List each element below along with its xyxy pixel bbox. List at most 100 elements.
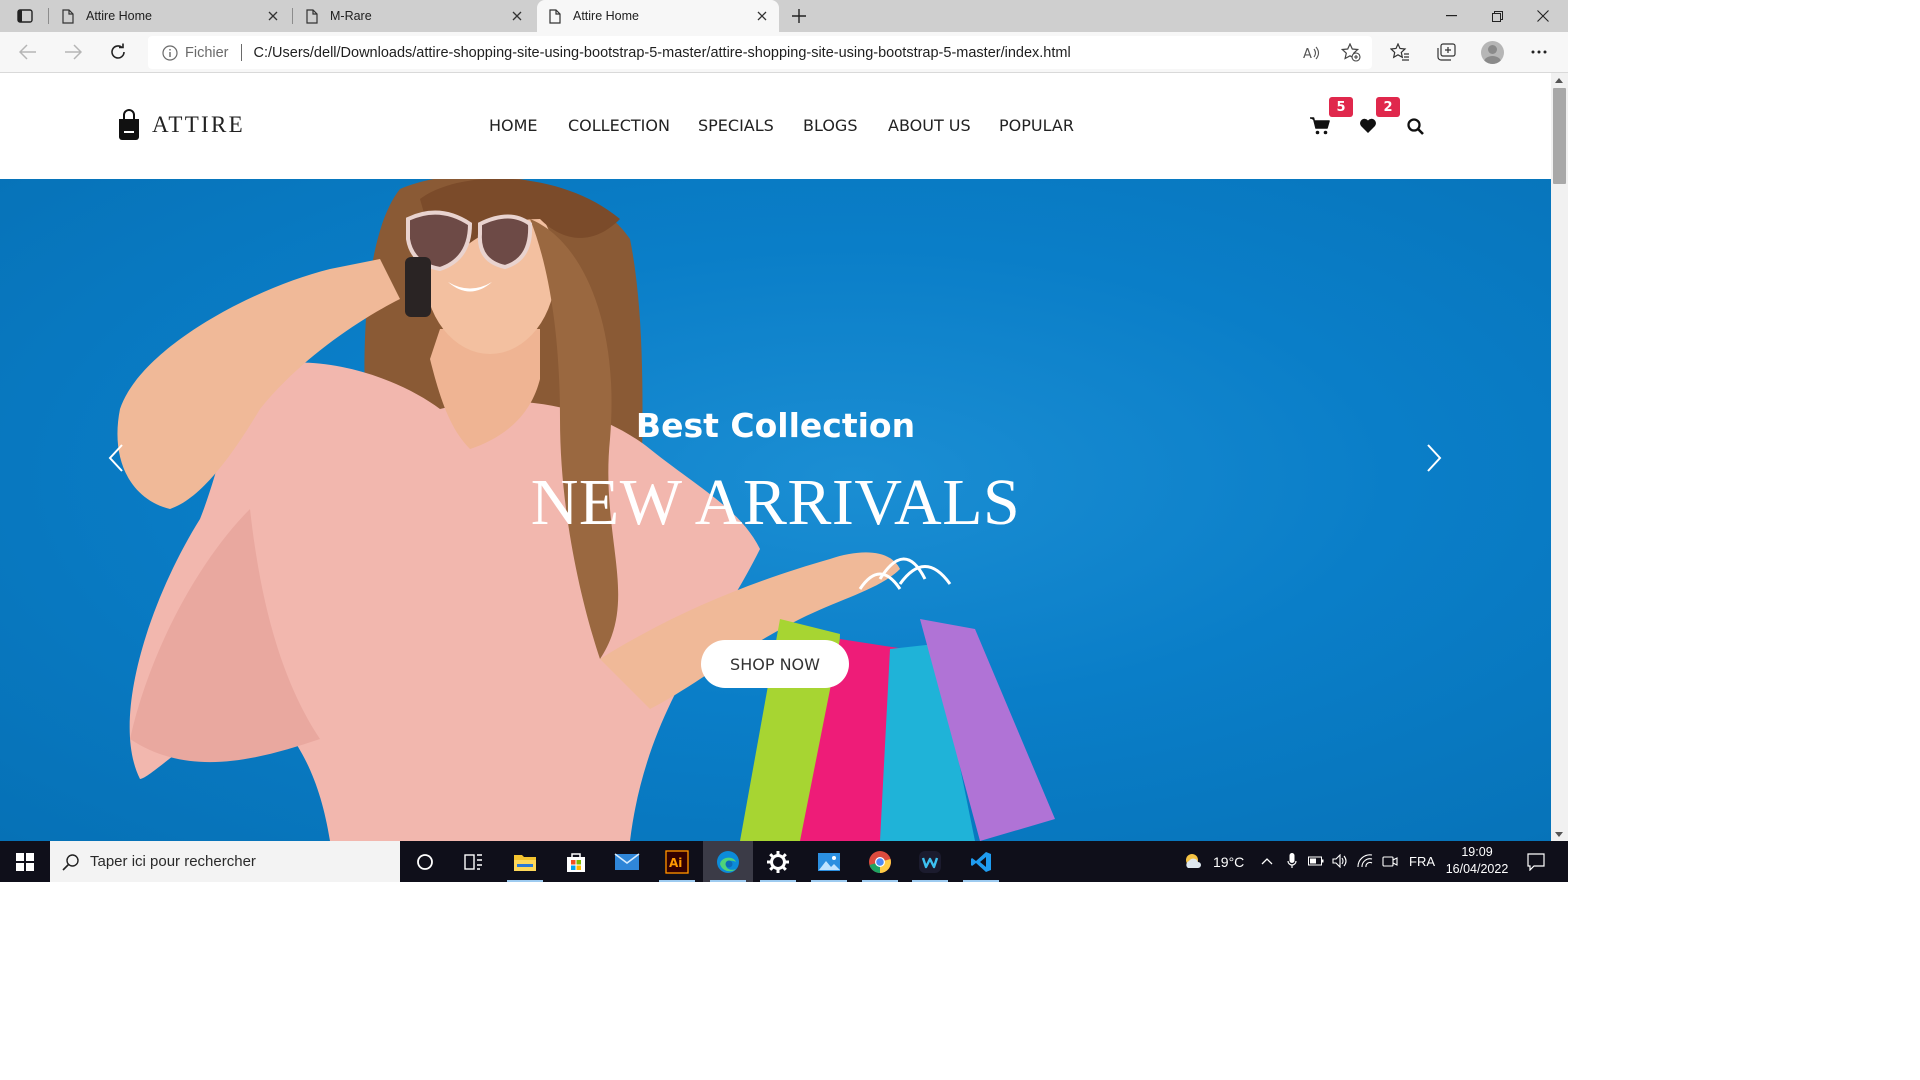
photos-app[interactable] — [804, 841, 854, 882]
chevron-left-icon — [108, 444, 123, 472]
battery-icon[interactable] — [1308, 853, 1324, 869]
start-button[interactable] — [0, 841, 50, 882]
tab-3-active[interactable]: Attire Home — [537, 0, 779, 32]
edge-icon — [717, 850, 739, 873]
plus-icon — [792, 9, 806, 23]
nav-about-us[interactable]: ABOUT US — [888, 116, 971, 135]
mail-app[interactable] — [602, 841, 652, 882]
edge-app[interactable] — [703, 841, 753, 882]
hero-carousel: Best Collection NEW ARRIVALS SHOP NOW — [0, 179, 1551, 841]
nav-blogs[interactable]: BLOGS — [803, 116, 857, 135]
cart-icon — [1310, 117, 1330, 135]
chevron-right-icon — [1427, 444, 1442, 472]
weather-temperature[interactable]: 19°C — [1213, 854, 1244, 870]
page-icon — [549, 8, 561, 24]
search-placeholder: Taper ici pour rechercher — [90, 853, 256, 870]
close-window-button[interactable] — [1520, 0, 1566, 32]
more-icon — [1531, 50, 1547, 54]
tab-actions-button[interactable] — [8, 6, 42, 26]
microphone-icon[interactable] — [1284, 853, 1300, 869]
action-center-button[interactable] — [1526, 852, 1546, 872]
windows-logo-icon — [16, 852, 34, 871]
clock-date: 16/04/2022 — [1445, 862, 1509, 876]
info-icon[interactable] — [162, 44, 178, 61]
favorites-button[interactable] — [1387, 40, 1413, 64]
url-text[interactable]: C:/Users/dell/Downloads/attire-shopping-… — [254, 45, 1071, 61]
wishlist-button[interactable] — [1358, 116, 1378, 136]
taskbar-search[interactable]: Taper ici pour rechercher — [50, 841, 400, 882]
weather-icon[interactable] — [1183, 851, 1203, 871]
page-scrollbar[interactable] — [1551, 73, 1568, 841]
file-explorer-app[interactable] — [500, 841, 550, 882]
cart-button[interactable] — [1310, 116, 1330, 136]
cortana-icon — [417, 853, 433, 870]
tab-1[interactable]: Attire Home — [50, 0, 290, 32]
refresh-button[interactable] — [105, 40, 131, 64]
chrome-icon — [869, 850, 891, 873]
restore-icon — [1491, 10, 1503, 22]
restore-button[interactable] — [1474, 0, 1520, 32]
taskbar-clock[interactable]: 19:09 16/04/2022 — [1436, 844, 1518, 878]
page-icon — [306, 8, 318, 24]
carousel-prev-button[interactable] — [106, 443, 126, 473]
collections-button[interactable] — [1433, 40, 1459, 64]
network-icon[interactable] — [1357, 853, 1373, 869]
vscode-app[interactable] — [956, 841, 1006, 882]
illustrator-app[interactable]: Ai — [652, 841, 702, 882]
profile-avatar[interactable] — [1481, 41, 1504, 64]
show-hidden-icons[interactable] — [1259, 853, 1275, 869]
nav-home[interactable]: HOME — [489, 116, 538, 135]
windows-taskbar: Taper ici pour rechercher Ai 19°C FRA 19… — [0, 841, 1568, 882]
back-button[interactable] — [15, 40, 41, 64]
task-view-button[interactable] — [449, 841, 499, 882]
input-language[interactable]: FRA — [1409, 854, 1435, 869]
tab-2[interactable]: M-Rare — [294, 0, 534, 32]
tab-close-icon[interactable] — [510, 9, 524, 23]
shop-now-button[interactable]: SHOP NOW — [701, 640, 849, 688]
browser-tab-strip: Attire Home M-Rare Attire Home — [0, 0, 1568, 32]
tab-separator — [48, 8, 49, 24]
search-button[interactable] — [1405, 116, 1425, 136]
svg-text:Ai: Ai — [669, 856, 682, 870]
cortana-button[interactable] — [400, 841, 450, 882]
tab-title: M-Rare — [330, 9, 372, 23]
read-aloud-icon[interactable]: A — [1303, 45, 1321, 61]
microsoft-store-app[interactable] — [551, 841, 601, 882]
webex-app[interactable] — [905, 841, 955, 882]
hero-title: NEW ARRIVALS — [530, 466, 1021, 539]
settings-icon — [767, 850, 789, 873]
tab-close-icon[interactable] — [755, 9, 769, 23]
site-logo[interactable]: ATTIRE — [118, 109, 245, 141]
scroll-down-icon[interactable] — [1555, 832, 1563, 837]
photos-icon — [818, 852, 840, 871]
collections-icon — [1436, 43, 1456, 61]
wishlist-count-badge: 2 — [1376, 97, 1400, 117]
carousel-next-button[interactable] — [1424, 443, 1444, 473]
more-menu-button[interactable] — [1526, 40, 1552, 64]
tab-close-icon[interactable] — [266, 9, 280, 23]
forward-button[interactable] — [60, 40, 86, 64]
favorite-add-icon[interactable] — [1341, 43, 1361, 62]
nav-specials[interactable]: SPECIALS — [698, 116, 774, 135]
settings-app[interactable] — [753, 841, 803, 882]
nav-popular[interactable]: POPULAR — [999, 116, 1074, 135]
cart-count-badge: 5 — [1329, 97, 1353, 117]
hero-subtitle: Best Collection — [635, 406, 916, 445]
webex-icon — [919, 850, 941, 873]
chrome-app[interactable] — [855, 841, 905, 882]
address-bar[interactable]: Fichier C:/Users/dell/Downloads/attire-s… — [148, 36, 1372, 69]
file-explorer-icon — [514, 854, 536, 871]
arrow-left-icon — [19, 44, 36, 60]
brand-name: ATTIRE — [152, 112, 246, 137]
nav-collection[interactable]: COLLECTION — [568, 116, 670, 135]
scrollbar-thumb[interactable] — [1553, 88, 1566, 184]
scheme-label: Fichier — [185, 44, 229, 61]
volume-icon[interactable] — [1332, 853, 1348, 869]
tab-title: Attire Home — [573, 9, 639, 23]
meet-now-icon[interactable] — [1382, 853, 1398, 869]
new-tab-button[interactable] — [788, 6, 810, 26]
scroll-up-icon[interactable] — [1555, 78, 1563, 83]
chevron-up-icon — [1261, 858, 1273, 865]
notification-icon — [1527, 853, 1545, 871]
minimize-button[interactable] — [1428, 0, 1474, 32]
